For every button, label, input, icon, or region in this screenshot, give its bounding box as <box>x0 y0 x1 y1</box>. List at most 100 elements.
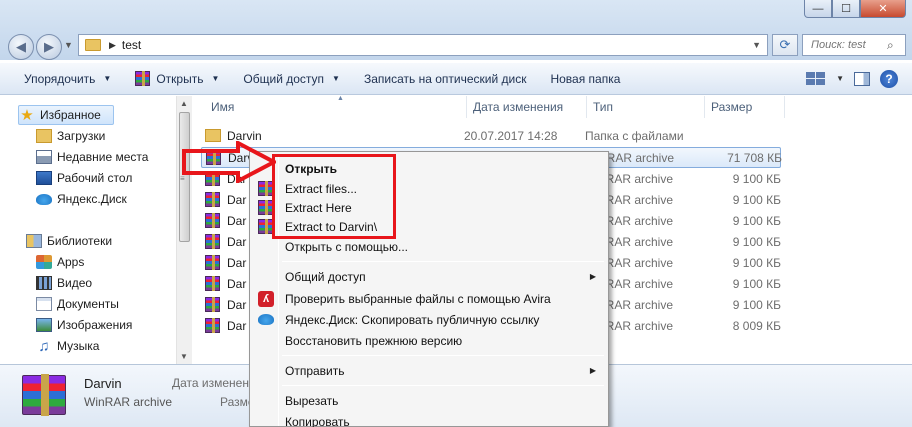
yandex-disk-icon <box>258 314 274 325</box>
menu-item-restore-version[interactable]: Восстановить прежнюю версию <box>252 330 606 351</box>
yandex-disk-icon <box>36 193 52 205</box>
column-header-type[interactable]: Тип <box>587 96 705 118</box>
nav-item-images[interactable]: Изображения <box>36 315 132 335</box>
avira-icon: ʎ <box>258 291 274 307</box>
toolbar-right-group: ▼ ? <box>806 69 912 88</box>
menu-item-extract-here[interactable]: Extract Here <box>252 197 606 218</box>
menu-item-share[interactable]: Общий доступ ▶ <box>252 266 606 287</box>
nav-item-downloads[interactable]: Загрузки <box>36 126 105 146</box>
address-bar[interactable]: ▶ test ▼ <box>78 34 768 56</box>
column-header-name[interactable]: Имя <box>205 96 467 118</box>
nav-label: Документы <box>57 297 119 311</box>
breadcrumb-arrow-icon[interactable]: ▶ <box>109 40 116 51</box>
minimize-button[interactable]: — <box>804 0 832 18</box>
search-icon: ⌕ <box>887 37 894 52</box>
menu-item-copy[interactable]: Копировать <box>252 411 606 427</box>
view-options-icon[interactable] <box>806 71 826 86</box>
apps-icon <box>36 255 52 269</box>
close-button[interactable]: ✕ <box>860 0 906 18</box>
organize-label: Упорядочить <box>24 71 96 86</box>
menu-item-extract-files[interactable]: Extract files... <box>252 178 606 199</box>
nav-item-music[interactable]: ♫ Музыка <box>36 336 99 356</box>
scroll-up-icon[interactable]: ▲ <box>180 99 188 108</box>
view-dropdown-icon[interactable]: ▼ <box>836 74 844 83</box>
file-name: Dar <box>227 171 247 186</box>
menu-item-label: Открыть <box>285 161 338 176</box>
file-type: Папка с файлами <box>585 128 684 143</box>
column-header-size[interactable]: Размер <box>705 96 785 118</box>
music-note-icon: ♫ <box>38 337 50 355</box>
file-name: Dar <box>227 192 247 207</box>
desktop-icon <box>36 171 52 185</box>
new-folder-button[interactable]: Новая папка <box>538 62 632 95</box>
details-file-name: Darvin <box>84 376 122 391</box>
chevron-down-icon: ▼ <box>211 74 220 83</box>
nav-item-libraries[interactable]: Библиотеки <box>26 231 112 251</box>
menu-item-label: Extract files... <box>285 181 358 196</box>
menu-item-extract-to[interactable]: Extract to Darvin\ <box>252 216 606 237</box>
menu-item-label: Отправить <box>285 363 345 378</box>
burn-disc-button[interactable]: Записать на оптический диск <box>352 62 539 95</box>
menu-item-label: Открыть с помощью... <box>285 239 409 254</box>
menu-item-label: Extract Here <box>285 200 352 215</box>
winrar-archive-icon <box>205 255 220 270</box>
winrar-archive-icon <box>205 192 220 207</box>
file-size: 9 100 КБ <box>732 276 781 291</box>
open-button[interactable]: Открыть ▼ <box>123 62 231 95</box>
forward-button[interactable]: ▶ <box>36 34 62 60</box>
menu-item-open-with[interactable]: Открыть с помощью... <box>252 236 606 257</box>
nav-item-desktop[interactable]: Рабочий стол <box>36 168 132 188</box>
menu-item-label: Копировать <box>285 414 350 427</box>
organize-button[interactable]: Упорядочить ▼ <box>0 62 123 95</box>
scroll-down-icon[interactable]: ▼ <box>180 352 188 361</box>
nav-item-documents[interactable]: Документы <box>36 294 119 314</box>
menu-item-label: Extract to Darvin\ <box>285 219 378 234</box>
winrar-archive-icon <box>205 276 220 291</box>
nav-item-favorites[interactable]: ★ Избранное <box>18 105 114 125</box>
help-icon[interactable]: ? <box>880 69 898 88</box>
nav-item-video[interactable]: Видео <box>36 273 92 293</box>
column-header-date[interactable]: Дата изменения <box>467 96 587 118</box>
nav-item-yandex-disk[interactable]: Яндекс.Диск <box>36 189 127 209</box>
nav-label: Apps <box>57 255 85 269</box>
nav-label: Видео <box>57 276 93 290</box>
navigation-pane: ★ Избранное Загрузки Недавние места Рабо… <box>0 96 192 364</box>
images-icon <box>36 318 52 332</box>
nav-label: Недавние места <box>57 150 149 164</box>
menu-item-send-to[interactable]: Отправить ▶ <box>252 360 606 381</box>
submenu-arrow-icon: ▶ <box>589 272 596 281</box>
refresh-button[interactable]: ⟳ <box>772 34 798 56</box>
menu-item-open[interactable]: Открыть <box>252 158 606 179</box>
file-name: Dar <box>227 318 247 333</box>
nav-label: Избранное <box>40 108 101 122</box>
nav-item-apps[interactable]: Apps <box>36 252 84 272</box>
breadcrumb-test[interactable]: test <box>122 38 141 52</box>
menu-item-cut[interactable]: Вырезать <box>252 390 606 411</box>
recent-pages-dropdown[interactable]: ▼ <box>64 40 73 50</box>
search-input[interactable] <box>811 39 885 51</box>
arrow-right-icon: ▶ <box>44 39 54 54</box>
menu-item-avira-scan[interactable]: ʎ Проверить выбранные файлы с помощью Av… <box>252 288 606 309</box>
maximize-button[interactable]: ☐ <box>832 0 860 18</box>
winrar-archive-icon <box>205 297 220 312</box>
menu-item-label: Яндекс.Диск: Скопировать публичную ссылк… <box>285 312 540 327</box>
address-history-dropdown[interactable]: ▼ <box>752 40 761 50</box>
file-row-folder[interactable]: Darvin 20.07.2017 14:28 Папка с файлами <box>201 125 781 146</box>
nav-pane-scrollbar[interactable]: ▲ ≡ ▼ <box>176 96 192 364</box>
file-name: Dar <box>227 213 247 228</box>
file-size: 9 100 КБ <box>732 192 781 207</box>
winrar-archive-icon <box>205 171 220 186</box>
menu-item-yandex-copy-link[interactable]: Яндекс.Диск: Скопировать публичную ссылк… <box>252 309 606 330</box>
back-button[interactable]: ◀ <box>8 34 34 60</box>
winrar-archive-icon <box>205 318 220 333</box>
menu-separator <box>282 355 604 356</box>
share-button[interactable]: Общий доступ ▼ <box>231 62 352 95</box>
nav-item-recent[interactable]: Недавние места <box>36 147 148 167</box>
file-name: Dar <box>227 276 247 291</box>
nav-label: Библиотеки <box>47 234 113 248</box>
share-label: Общий доступ <box>243 71 325 86</box>
search-box[interactable]: ⌕ <box>802 34 906 56</box>
file-size: 9 100 КБ <box>732 213 781 228</box>
preview-pane-icon[interactable] <box>854 71 870 86</box>
folder-icon <box>205 129 221 142</box>
